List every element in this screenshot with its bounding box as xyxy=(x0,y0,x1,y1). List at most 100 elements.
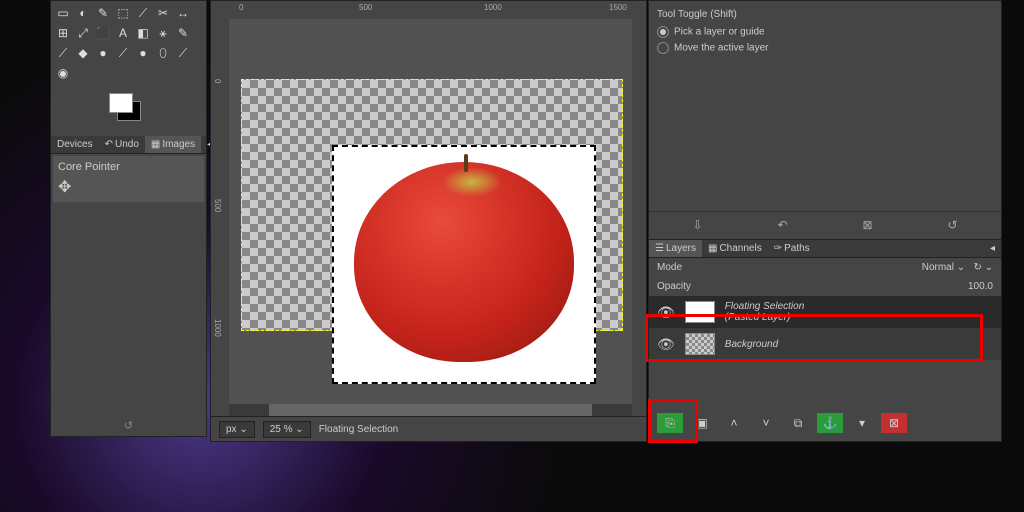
image-window: 0 500 1000 1500 0 500 1000 px ⌄ 25 % ⌄ F… xyxy=(210,0,647,442)
right-dock: Tool Toggle (Shift) Pick a layer or guid… xyxy=(648,0,1002,442)
layer-sub-text: (Pasted Layer) xyxy=(725,312,805,323)
apple-image-content xyxy=(354,162,574,362)
canvas-viewport[interactable] xyxy=(229,19,632,411)
visibility-icon[interactable]: 👁 xyxy=(657,304,675,321)
raise-layer-button[interactable]: ˄ xyxy=(721,413,747,433)
tab-label: Devices xyxy=(57,139,93,150)
tool-text[interactable]: A xyxy=(114,24,132,42)
tool-move[interactable]: ↔ xyxy=(174,4,192,22)
opacity-value[interactable]: 100.0 xyxy=(968,281,993,292)
tab-images[interactable]: ▦Images xyxy=(145,136,201,153)
tool-rect-select[interactable]: ▭ xyxy=(54,4,72,22)
merge-down-button[interactable]: ▾ xyxy=(849,413,875,433)
tool-brush[interactable]: ⟋ xyxy=(54,44,72,62)
tab-layers[interactable]: ☰Layers xyxy=(649,240,702,257)
layer-buttons: ⎘ ▣ ˄ ˅ ⧉ ⚓ ▾ ⊠ xyxy=(653,409,997,437)
tool-eraser[interactable]: ◆ xyxy=(74,44,92,62)
duplicate-layer-button[interactable]: ⧉ xyxy=(785,413,811,433)
tool-smudge[interactable]: ⟋ xyxy=(174,44,192,62)
layer-name: Floating Selection (Pasted Layer) xyxy=(725,301,805,323)
mode-label: Mode xyxy=(657,262,682,273)
core-pointer-item[interactable]: Core Pointer ✥ xyxy=(53,156,204,202)
restore-icon[interactable]: ↶ xyxy=(777,218,787,232)
opacity-row: Opacity 100.0 xyxy=(649,277,1001,296)
tool-free-select[interactable]: ✎ xyxy=(94,4,112,22)
layer-item-background[interactable]: 👁 Background xyxy=(649,328,1001,360)
tool-pencil[interactable]: ✎ xyxy=(174,24,192,42)
ruler-mark: 1000 xyxy=(484,3,502,12)
ruler-horizontal: 0 500 1000 1500 xyxy=(229,1,632,20)
tool-options: Tool Toggle (Shift) Pick a layer or guid… xyxy=(649,1,1001,62)
core-pointer-label: Core Pointer xyxy=(58,161,199,173)
dock-tabs: Devices ↶Undo ▦Images ◂ xyxy=(51,136,206,154)
status-text: Floating Selection xyxy=(319,424,399,435)
radio-label: Pick a layer or guide xyxy=(674,27,765,38)
move-icon: ✥ xyxy=(58,177,199,197)
mode-row: Mode Normal ⌄ ↻ ⌄ xyxy=(649,258,1001,277)
pasted-layer[interactable] xyxy=(332,145,596,384)
tool-heal[interactable]: ⬯ xyxy=(154,44,172,62)
layer-item-floating[interactable]: 👁 Floating Selection (Pasted Layer) xyxy=(649,296,1001,328)
tab-label: Images xyxy=(162,139,195,150)
tool-airbrush[interactable]: ● xyxy=(94,44,112,62)
zoom-dropdown[interactable]: 25 % ⌄ xyxy=(263,421,311,438)
layer-thumbnail xyxy=(685,333,715,355)
ruler-mark: 1500 xyxy=(609,3,627,12)
save-icon[interactable]: ⇩ xyxy=(692,218,702,232)
layers-tabs: ☰Layers ▦Channels ✑Paths ◂ xyxy=(649,240,1001,258)
ruler-mark: 500 xyxy=(213,199,222,212)
fg-color-swatch[interactable] xyxy=(109,93,133,113)
radio-move-layer[interactable] xyxy=(657,42,669,54)
ruler-vertical: 0 500 1000 xyxy=(211,19,230,411)
new-group-button[interactable]: ▣ xyxy=(689,413,715,433)
tool-bucket[interactable]: ◧ xyxy=(134,24,152,42)
anchor-layer-button[interactable]: ⚓ xyxy=(817,413,843,433)
tool-clone[interactable]: ● xyxy=(134,44,152,62)
tab-label: Channels xyxy=(719,243,761,254)
tab-devices[interactable]: Devices xyxy=(51,136,99,153)
layer-thumbnail xyxy=(685,301,715,323)
tool-fuzzy-select[interactable]: ⬚ xyxy=(114,4,132,22)
ruler-mark: 500 xyxy=(359,3,372,12)
tab-undo[interactable]: ↶Undo xyxy=(99,136,145,153)
tool-gradient[interactable]: ⚹ xyxy=(154,24,172,42)
lower-layer-button[interactable]: ˅ xyxy=(753,413,779,433)
tool-rotate[interactable]: ⤢ xyxy=(74,24,92,42)
tool-options-title: Tool Toggle (Shift) xyxy=(657,9,993,20)
tool-scale[interactable]: ⬛ xyxy=(94,24,112,42)
tool-align[interactable]: ⊞ xyxy=(54,24,72,42)
ruler-mark: 0 xyxy=(213,79,222,83)
tool-ink[interactable]: ⟋ xyxy=(114,44,132,62)
layer-name-text: Floating Selection xyxy=(725,301,805,312)
delete-icon[interactable]: ⊠ xyxy=(862,218,872,232)
opacity-label: Opacity xyxy=(657,281,691,292)
scrollbar-horizontal[interactable] xyxy=(229,404,632,416)
tab-menu-icon[interactable]: ◂ xyxy=(984,240,1001,257)
tool-dodge[interactable]: ◉ xyxy=(54,64,72,82)
delete-layer-button[interactable]: ⊠ xyxy=(881,413,907,433)
tool-crop[interactable]: ✂ xyxy=(154,4,172,22)
radio-pick-layer[interactable] xyxy=(657,26,669,38)
unit-label: px xyxy=(226,424,237,435)
mode-dropdown[interactable]: Normal xyxy=(922,262,954,273)
reset-icon[interactable]: ↺ xyxy=(947,218,957,232)
visibility-icon[interactable]: 👁 xyxy=(657,336,675,353)
zoom-label: 25 % xyxy=(270,424,293,435)
status-bar: px ⌄ 25 % ⌄ Floating Selection xyxy=(211,416,646,441)
tool-options-buttons: ⇩ ↶ ⊠ ↺ xyxy=(649,211,1001,238)
tool-ellipse-select[interactable]: ◐ xyxy=(74,4,92,22)
layer-name-text: Background xyxy=(725,339,778,350)
tool-paths[interactable]: ⟋ xyxy=(134,4,152,22)
reset-icon[interactable]: ↺ xyxy=(51,419,206,432)
tab-channels[interactable]: ▦Channels xyxy=(702,240,768,257)
tab-label: Layers xyxy=(666,243,696,254)
tab-paths[interactable]: ✑Paths xyxy=(768,240,816,257)
tab-label: Paths xyxy=(784,243,810,254)
ruler-mark: 1000 xyxy=(213,319,222,337)
unit-dropdown[interactable]: px ⌄ xyxy=(219,421,255,438)
color-swatches[interactable] xyxy=(109,93,149,128)
toolbox-panel: ▭ ◐ ✎ ⬚ ⟋ ✂ ↔ ⊞ ⤢ ⬛ A ◧ ⚹ ✎ ⟋ ◆ ● ⟋ ● ⬯ … xyxy=(50,0,207,437)
new-layer-button[interactable]: ⎘ xyxy=(657,413,683,433)
canvas-checker xyxy=(241,79,623,331)
tab-label: Undo xyxy=(115,139,139,150)
